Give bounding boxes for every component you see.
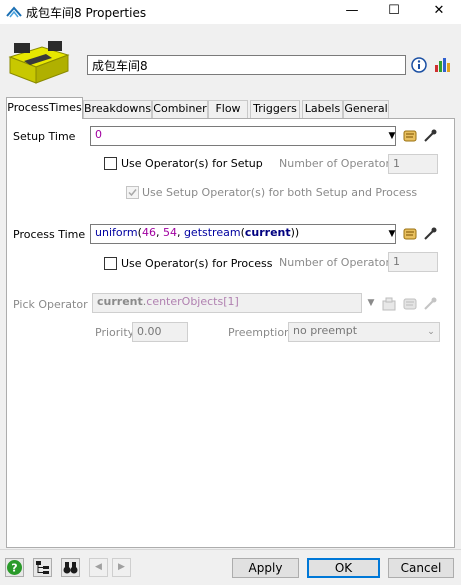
tab-processtimes[interactable]: ProcessTimes [6, 97, 83, 119]
code-getstream: getstream [183, 226, 241, 239]
sampler-dropper-icon[interactable] [422, 128, 438, 144]
ok-button[interactable]: OK [307, 558, 380, 578]
object-name-field[interactable]: 成包车间8 [87, 55, 406, 75]
process-number-operators-field[interactable]: 1 [388, 252, 438, 272]
process-time-dropdown-icon[interactable]: ▼ [385, 224, 399, 244]
help-button[interactable]: ? [5, 558, 24, 577]
code-current: current [97, 295, 143, 308]
code-paren: )) [290, 226, 300, 239]
close-button[interactable]: ✕ [417, 0, 461, 24]
code-comma: , [176, 226, 184, 239]
priority-field[interactable]: 0.00 [132, 322, 188, 342]
process-time-field[interactable]: uniform(46, 54, getstream(current)) [90, 224, 396, 244]
setup-time-label: Setup Time [13, 130, 76, 143]
help-icon: ? [7, 560, 22, 575]
tab-general[interactable]: General [343, 100, 389, 118]
tab-flow[interactable]: Flow [208, 100, 248, 118]
cancel-button[interactable]: Cancel [388, 558, 454, 578]
nav-prev-button[interactable]: ◀ [89, 558, 108, 577]
preemption-value: no preempt [293, 324, 358, 337]
sampler-dropper-icon[interactable] [422, 296, 438, 312]
tab-labels[interactable]: Labels [302, 100, 343, 118]
tree-icon [36, 561, 49, 574]
minimize-button[interactable]: — [330, 0, 374, 24]
code-comma: , [155, 226, 163, 239]
binoculars-icon [63, 562, 78, 574]
setup-number-operators-field[interactable]: 1 [388, 154, 438, 174]
script-edit-icon[interactable] [402, 128, 418, 144]
priority-label: Priority [95, 326, 135, 339]
setup-time-dropdown-icon[interactable]: ▼ [385, 126, 399, 146]
code-fn: uniform [95, 226, 138, 239]
find-button[interactable] [61, 558, 80, 577]
use-operators-setup-label: Use Operator(s) for Setup [121, 157, 263, 170]
tab-combiner[interactable]: Combiner [152, 100, 208, 118]
pick-operator-label: Pick Operator [13, 298, 88, 311]
pick-operator-field[interactable]: current.centerObjects[1] [92, 293, 362, 313]
use-setup-for-both-checkbox[interactable] [126, 186, 139, 199]
code-arg-max: 54 [162, 226, 177, 239]
use-operators-process-checkbox[interactable] [104, 257, 117, 270]
title-bar: 成包车间8 Properties — ☐ ✕ [0, 0, 461, 24]
setup-number-operators-label: Number of Operators [279, 157, 396, 170]
statistics-icon[interactable] [433, 56, 451, 74]
code-member: centerObjects [146, 295, 224, 308]
use-operators-setup-checkbox[interactable] [104, 157, 117, 170]
use-operators-process-label: Use Operator(s) for Process [121, 257, 273, 270]
object-thumbnail [6, 37, 72, 87]
svg-text:?: ? [11, 562, 17, 575]
code-current: current [244, 226, 291, 239]
info-icon[interactable] [411, 57, 427, 73]
setup-time-field[interactable]: 0 [90, 126, 396, 146]
sampler-dropper-icon[interactable] [422, 226, 438, 242]
process-time-label: Process Time [13, 228, 86, 241]
process-number-operators-label: Number of Operators [279, 256, 396, 269]
nav-next-button[interactable]: ▶ [112, 558, 131, 577]
tab-triggers[interactable]: Triggers [250, 100, 300, 118]
tab-breakdowns[interactable]: Breakdowns [83, 100, 152, 118]
setup-time-value: 0 [95, 128, 102, 141]
use-setup-for-both-label: Use Setup Operator(s) for both Setup and… [142, 186, 418, 199]
pick-operator-property-icon[interactable] [381, 296, 397, 312]
script-edit-icon[interactable] [402, 296, 418, 312]
script-edit-icon[interactable] [402, 226, 418, 242]
code-arg-min: 46 [141, 226, 156, 239]
code-index: [1] [223, 295, 239, 308]
window-title: 成包车间8 Properties [26, 6, 147, 20]
footer-separator [0, 549, 461, 550]
app-icon [6, 5, 22, 19]
tree-view-button[interactable] [33, 558, 52, 577]
preemption-label: Preemption [228, 326, 292, 339]
preemption-chevron-down-icon[interactable]: ⌄ [424, 322, 438, 342]
maximize-button[interactable]: ☐ [372, 0, 416, 24]
preemption-select[interactable]: no preempt [288, 322, 440, 342]
apply-button[interactable]: Apply [232, 558, 299, 578]
pick-operator-dropdown-icon[interactable]: ▼ [364, 293, 378, 313]
